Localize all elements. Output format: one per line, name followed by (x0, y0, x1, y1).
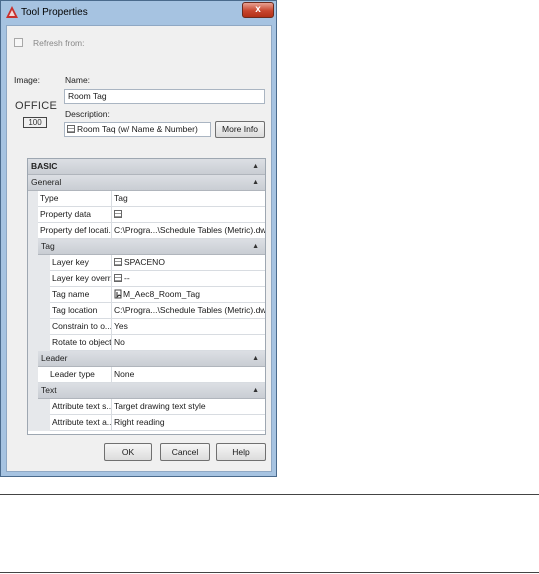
text-label: Text (41, 385, 57, 395)
row-indent (28, 351, 38, 367)
property-row-layer-key[interactable]: Layer key SPACENO (28, 255, 265, 271)
row-indent (28, 223, 38, 239)
property-row-type[interactable]: Type Tag (28, 191, 265, 207)
property-row-rotate[interactable]: Rotate to object No (28, 335, 265, 351)
basic-label: BASIC (31, 161, 58, 171)
page-divider-bottom (0, 572, 539, 573)
row-indent (28, 191, 38, 207)
description-field[interactable]: Room Taq (w/ Name & Number) (64, 122, 211, 137)
help-button[interactable]: Help (216, 443, 266, 461)
property-row-attribute-text-style[interactable]: Attribute text s... Target drawing text … (28, 399, 265, 415)
leader-type-value[interactable]: None (112, 367, 265, 383)
collapse-arrow-icon[interactable]: ▲ (252, 159, 259, 174)
ok-button[interactable]: OK (104, 443, 152, 461)
attribute-text-style-name: Attribute text s... (50, 399, 112, 415)
property-row-property-def-location[interactable]: Property def locati... C:\Progra...\Sche… (28, 223, 265, 239)
layer-key-text: SPACENO (124, 257, 165, 267)
attribute-text-style-value[interactable]: Target drawing text style (112, 399, 265, 415)
layer-key-icon[interactable] (114, 258, 122, 266)
type-value[interactable]: Tag (112, 191, 265, 207)
tool-properties-dialog: Tool Properties x Refresh from: Image: O… (0, 0, 277, 477)
row-indent (28, 271, 50, 287)
tag-pointer-icon[interactable] (114, 289, 123, 299)
more-info-button[interactable]: More Info (215, 121, 265, 138)
collapse-arrow-icon[interactable]: ▲ (252, 351, 259, 366)
property-data-name: Property data (38, 207, 112, 223)
constrain-value[interactable]: Yes (112, 319, 265, 335)
tag-name-name: Tag name (50, 287, 112, 303)
property-grid: BASIC ▲ General ▲ Type Tag Property data… (27, 158, 266, 435)
rotate-name: Rotate to object (50, 335, 112, 351)
tag-location-value[interactable]: C:\Progra...\Schedule Tables (Metric).dw… (112, 303, 265, 319)
row-indent (28, 255, 50, 271)
name-label: Name: (65, 75, 91, 85)
row-indent (28, 383, 38, 399)
row-indent (28, 399, 50, 415)
layer-key-value[interactable]: SPACENO (112, 255, 265, 271)
property-row-constrain[interactable]: Constrain to o... Yes (28, 319, 265, 335)
title-bar[interactable]: Tool Properties x (1, 1, 278, 25)
property-def-location-name: Property def locati... (38, 223, 112, 239)
row-indent (28, 319, 50, 335)
tag-name-text: M_Aec8_Room_Tag (123, 289, 201, 299)
property-data-value[interactable] (112, 207, 265, 223)
name-field[interactable]: Room Tag (64, 89, 265, 104)
general-label: General (31, 177, 62, 187)
row-indent (28, 303, 50, 319)
description-label: Description: (65, 109, 110, 119)
close-button[interactable]: x (242, 2, 274, 18)
property-row-leader-type[interactable]: Leader type None (28, 367, 265, 383)
text-category[interactable]: Text ▲ (38, 383, 265, 399)
general-category[interactable]: General ▲ (28, 175, 265, 191)
tool-image[interactable]: OFFICE 100 (15, 100, 58, 130)
autocad-icon (6, 6, 18, 18)
rotate-value[interactable]: No (112, 335, 265, 351)
leader-label: Leader (41, 353, 68, 363)
refresh-label: Refresh from: (33, 38, 85, 48)
property-row-layer-key-overrides[interactable]: Layer key overr... -- (28, 271, 265, 287)
leader-type-name: Leader type (38, 367, 112, 383)
collapse-arrow-icon[interactable]: ▲ (252, 383, 259, 398)
leader-category[interactable]: Leader ▲ (38, 351, 265, 367)
attribute-text-angle-value[interactable]: Right reading (112, 415, 265, 431)
property-row-tag-location[interactable]: Tag location C:\Progra...\Schedule Table… (28, 303, 265, 319)
row-indent (28, 415, 50, 431)
row-indent (28, 207, 38, 223)
tag-label: Tag (41, 241, 55, 251)
row-indent (28, 239, 38, 255)
property-def-location-value[interactable]: C:\Progra...\Schedule Tables (Metric).dw… (112, 223, 265, 239)
window-title: Tool Properties (21, 7, 88, 18)
worksheet-icon[interactable] (114, 210, 122, 218)
page-divider-top (0, 494, 539, 495)
collapse-arrow-icon[interactable]: ▲ (252, 239, 259, 254)
layer-overrides-icon[interactable] (114, 274, 122, 282)
type-name: Type (38, 191, 112, 207)
description-value: Room Taq (w/ Name & Number) (77, 124, 198, 134)
layer-key-overrides-name: Layer key overr... (50, 271, 112, 287)
tag-location-name: Tag location (50, 303, 112, 319)
property-row-attribute-text-angle[interactable]: Attribute text a... Right reading (28, 415, 265, 431)
tag-name-value[interactable]: M_Aec8_Room_Tag (112, 287, 265, 303)
attribute-text-angle-name: Attribute text a... (50, 415, 112, 431)
layer-key-name: Layer key (50, 255, 112, 271)
row-indent (28, 367, 38, 383)
collapse-arrow-icon[interactable]: ▲ (252, 175, 259, 190)
tag-category[interactable]: Tag ▲ (38, 239, 265, 255)
office-image-number: 100 (23, 117, 47, 128)
layer-key-overrides-value[interactable]: -- (112, 271, 265, 287)
property-row-tag-name[interactable]: Tag name M_Aec8_Room_Tag (28, 287, 265, 303)
basic-category[interactable]: BASIC ▲ (28, 159, 265, 175)
cancel-button[interactable]: Cancel (160, 443, 210, 461)
description-icon (67, 125, 75, 133)
layer-key-overrides-text: -- (124, 273, 130, 283)
property-row-property-data[interactable]: Property data (28, 207, 265, 223)
constrain-name: Constrain to o... (50, 319, 112, 335)
row-indent (28, 335, 50, 351)
image-label: Image: (14, 75, 40, 85)
office-image-text: OFFICE (15, 100, 58, 112)
row-indent (28, 287, 50, 303)
refresh-checkbox[interactable] (14, 38, 23, 47)
